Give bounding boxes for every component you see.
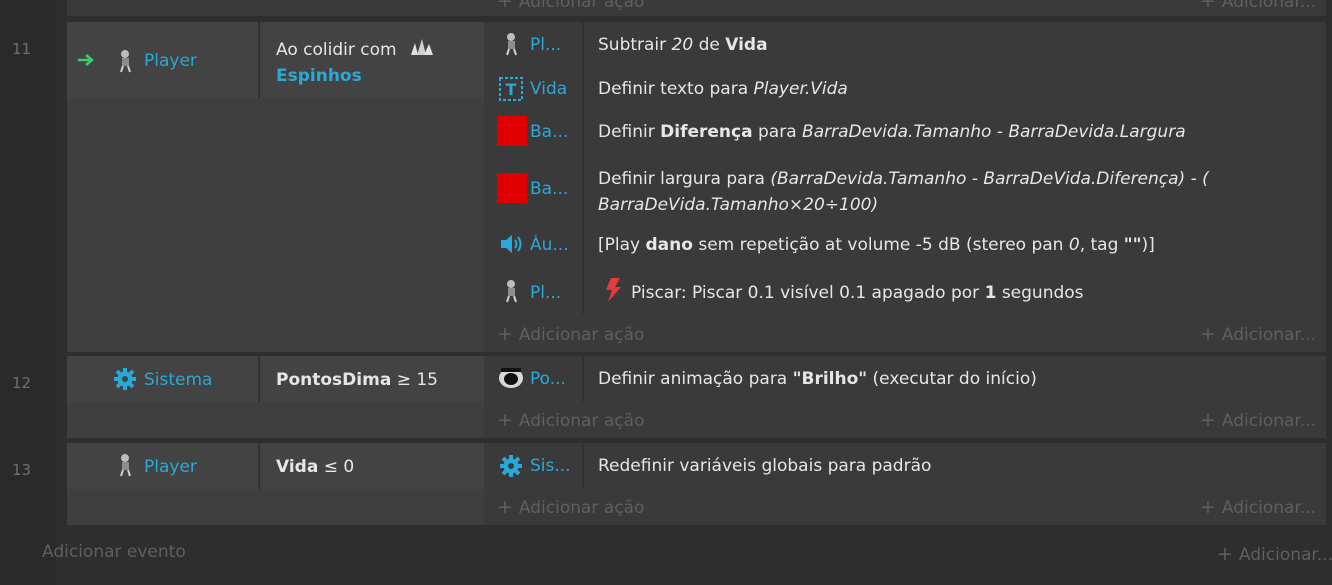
- speaker-icon: [501, 235, 522, 253]
- action-text[interactable]: Piscar: Piscar 0.1 visível 0.1 apagado p…: [631, 283, 1084, 303]
- action-separator: [582, 356, 584, 402]
- action-object-name[interactable]: Vida: [530, 79, 580, 99]
- add-more-link-prev[interactable]: + Adicionar...: [1200, 0, 1316, 12]
- condition-object-name: Player: [144, 457, 197, 477]
- action-object-name[interactable]: Po...: [530, 369, 580, 389]
- add-more-link[interactable]: + Adicionar...: [1200, 323, 1316, 345]
- player-icon: [506, 33, 517, 56]
- action-object-name[interactable]: Ba...: [530, 122, 580, 142]
- action-object-name[interactable]: Ba...: [530, 179, 580, 199]
- gem-object-icon: [499, 368, 523, 388]
- action-text[interactable]: Redefinir variáveis globais para padrão: [598, 456, 931, 476]
- event-gutter: [0, 0, 56, 585]
- player-icon: [506, 280, 517, 303]
- player-icon: [120, 50, 131, 73]
- action-text[interactable]: Definir largura para (BarraDevida.Tamanh…: [598, 166, 1209, 218]
- previous-event-tail: [67, 0, 1326, 16]
- action-text[interactable]: Definir animação para "Brilho" (executar…: [598, 369, 1037, 389]
- add-event-link[interactable]: Adicionar evento: [42, 542, 186, 562]
- condition-object-name: Player: [144, 51, 197, 71]
- player-icon: [120, 454, 131, 477]
- condition-target: Espinhos: [276, 66, 362, 86]
- action-object-name[interactable]: Pl...: [530, 283, 580, 303]
- add-action-link[interactable]: + Adicionar ação: [497, 496, 644, 518]
- add-more-link[interactable]: + Adicionar...: [1200, 496, 1316, 518]
- event-number: 11: [12, 40, 32, 58]
- text-object-icon: T: [499, 77, 523, 101]
- flash-behavior-icon: [606, 278, 621, 302]
- red-sprite-icon: [497, 116, 527, 146]
- add-more-footer-link[interactable]: + Adicionar...: [1217, 543, 1332, 565]
- condition-object-name: Sistema: [144, 370, 213, 390]
- event-number: 13: [12, 461, 32, 479]
- svg-text:T: T: [506, 80, 517, 99]
- action-text[interactable]: Definir texto para Player.Vida: [598, 79, 848, 99]
- add-action-link-prev[interactable]: + Adicionar ação: [497, 0, 644, 12]
- action-object-name[interactable]: Pl...: [530, 35, 580, 55]
- event-number: 12: [12, 374, 32, 392]
- gear-icon: [114, 368, 136, 390]
- action-text[interactable]: [Play dano sem repetição at volume -5 dB…: [598, 235, 1155, 255]
- condition-text-cell[interactable]: [262, 22, 484, 98]
- condition-text: PontosDima ≥ 15: [276, 370, 438, 390]
- action-separator: [582, 22, 584, 314]
- add-more-link[interactable]: + Adicionar...: [1200, 409, 1316, 431]
- add-action-link[interactable]: + Adicionar ação: [497, 323, 644, 345]
- condition-text: Vida ≤ 0: [276, 457, 355, 477]
- condition-text: Ao colidir com: [276, 40, 397, 60]
- action-object-name[interactable]: Sis...: [530, 456, 580, 476]
- add-action-link[interactable]: + Adicionar ação: [497, 409, 644, 431]
- red-sprite-icon: [497, 173, 527, 203]
- trigger-arrow-icon: [78, 54, 94, 66]
- action-separator: [582, 443, 584, 489]
- action-text[interactable]: Subtrair 20 de Vida: [598, 35, 768, 55]
- spikes-icon: [411, 39, 433, 55]
- gear-icon: [500, 455, 522, 477]
- action-text[interactable]: Definir Diferença para BarraDevida.Taman…: [598, 122, 1186, 142]
- action-object-name[interactable]: Áu...: [530, 235, 580, 255]
